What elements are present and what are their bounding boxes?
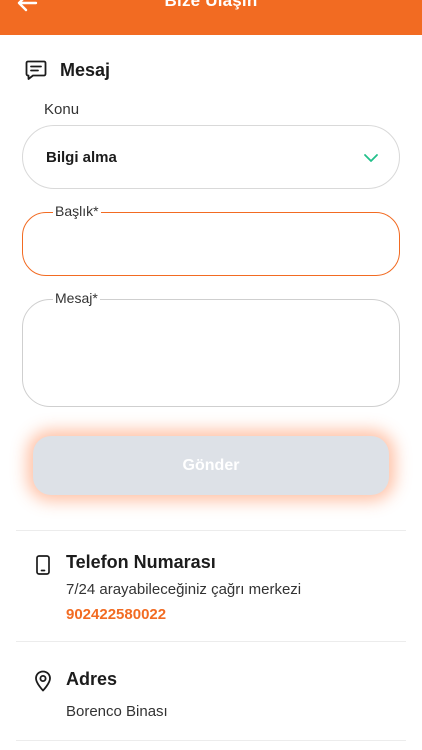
chevron-down-icon	[364, 154, 378, 162]
divider	[16, 740, 406, 741]
message-section-header: Mesaj	[24, 58, 110, 82]
topic-select-value: Bilgi alma	[46, 149, 117, 166]
page-title: Bize Ulaşın	[164, 0, 258, 10]
app-header: Bize Ulaşın	[0, 0, 422, 35]
topic-label: Konu	[44, 101, 80, 118]
address-title: Adres	[66, 669, 118, 689]
phone-number-link[interactable]: 902422580022	[66, 606, 166, 623]
submit-button[interactable]: Gönder	[33, 436, 389, 495]
message-field[interactable]: Mesaj*	[22, 290, 400, 407]
message-input[interactable]	[43, 318, 379, 394]
divider	[16, 641, 406, 642]
phone-icon	[36, 555, 50, 575]
section-title: Mesaj	[60, 59, 111, 80]
phone-description: 7/24 arayabileceğiniz çağrı merkezi	[66, 581, 302, 598]
title-field[interactable]: Başlık*	[22, 203, 400, 276]
submit-button-wrapper: Gönder	[33, 436, 389, 495]
message-icon	[25, 60, 47, 80]
title-input[interactable]	[43, 231, 379, 263]
phone-title: Telefon Numarası	[66, 552, 216, 572]
message-field-label: Mesaj*	[53, 290, 100, 306]
title-field-label: Başlık*	[53, 203, 101, 219]
address-text: Borenco Binası	[66, 703, 168, 720]
phone-info: Telefon Numarası 7/24 arayabileceğiniz ç…	[32, 552, 402, 632]
address-info: Adres Borenco Binası	[32, 669, 402, 729]
topic-select[interactable]: Bilgi alma	[22, 125, 400, 189]
divider	[16, 530, 406, 531]
location-pin-icon	[35, 670, 51, 692]
